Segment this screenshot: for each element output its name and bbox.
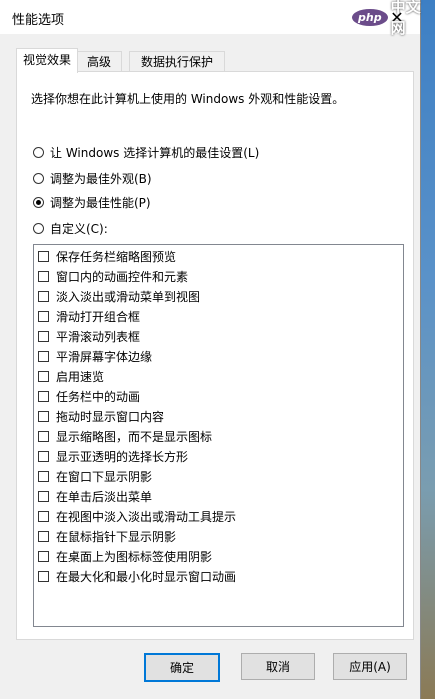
radio-label: 自定义(C): [50, 222, 108, 236]
list-item[interactable]: 拖动时显示窗口内容 [38, 407, 164, 426]
radio-button[interactable] [33, 223, 44, 234]
checkbox-label: 在窗口下显示阴影 [56, 470, 153, 484]
radio-let-windows-choose[interactable]: 让 Windows 选择计算机的最佳设置(L) [33, 144, 259, 161]
checkbox-label: 平滑屏幕字体边缘 [56, 350, 153, 364]
tab-data-execution-prevention[interactable]: 数据执行保护 [129, 51, 225, 72]
list-item[interactable]: 在窗口下显示阴影 [38, 467, 152, 486]
checkbox-label: 在鼠标指针下显示阴影 [56, 530, 177, 544]
checkbox[interactable] [38, 551, 49, 562]
watermark-text: 中文网 [390, 0, 421, 37]
checkbox[interactable] [38, 451, 49, 462]
php-logo-icon: php [352, 8, 388, 26]
list-item[interactable]: 滑动打开组合框 [38, 307, 140, 326]
cancel-button[interactable]: 取消 [241, 653, 315, 680]
radio-best-performance[interactable]: 调整为最佳性能(P) [33, 194, 151, 211]
tab-visual-effects[interactable]: 视觉效果 [16, 48, 78, 73]
checkbox[interactable] [38, 251, 49, 262]
checkbox-label: 保存任务栏缩略图预览 [56, 250, 177, 264]
checkbox[interactable] [38, 311, 49, 322]
list-item[interactable]: 淡入淡出或滑动菜单到视图 [38, 287, 200, 306]
checkbox-label: 拖动时显示窗口内容 [56, 410, 165, 424]
checkbox[interactable] [38, 491, 49, 502]
checkbox[interactable] [38, 351, 49, 362]
checkbox[interactable] [38, 371, 49, 382]
radio-button[interactable] [33, 173, 44, 184]
site-watermark: php 中文网 [352, 0, 435, 37]
checkbox-label: 平滑滚动列表框 [56, 330, 141, 344]
list-item[interactable]: 启用速览 [38, 367, 104, 386]
checkbox-label: 显示缩略图，而不是显示图标 [56, 430, 213, 444]
radio-button-selected[interactable] [33, 197, 44, 208]
radio-label: 调整为最佳性能(P) [50, 196, 151, 210]
list-item[interactable]: 在桌面上为图标标签使用阴影 [38, 547, 212, 566]
checkbox[interactable] [38, 511, 49, 522]
checkbox-label: 显示亚透明的选择长方形 [56, 450, 189, 464]
radio-button[interactable] [33, 147, 44, 158]
visual-effects-list[interactable]: 保存任务栏缩略图预览 窗口内的动画控件和元素 淡入淡出或滑动菜单到视图 滑动打开… [33, 244, 404, 627]
checkbox[interactable] [38, 531, 49, 542]
checkbox[interactable] [38, 271, 49, 282]
list-item[interactable]: 显示缩略图，而不是显示图标 [38, 427, 212, 446]
checkbox[interactable] [38, 471, 49, 482]
checkbox-label: 滑动打开组合框 [56, 310, 141, 324]
window-title: 性能选项 [12, 13, 65, 28]
list-item[interactable]: 保存任务栏缩略图预览 [38, 247, 176, 266]
list-item[interactable]: 在视图中淡入淡出或滑动工具提示 [38, 507, 236, 526]
ok-button[interactable]: 确定 [144, 653, 220, 682]
checkbox-label: 在最大化和最小化时显示窗口动画 [56, 570, 237, 584]
checkbox[interactable] [38, 291, 49, 302]
visual-effects-panel: 选择你想在此计算机上使用的 Windows 外观和性能设置。 让 Windows… [16, 71, 414, 640]
checkbox[interactable] [38, 331, 49, 342]
checkbox-label: 在视图中淡入淡出或滑动工具提示 [56, 510, 237, 524]
checkbox[interactable] [38, 411, 49, 422]
checkbox-label: 在单击后淡出菜单 [56, 490, 153, 504]
list-item[interactable]: 任务栏中的动画 [38, 387, 140, 406]
performance-options-dialog: 性能选项 ✕ 视觉效果 高级 数据执行保护 选择你想在此计算机上使用的 Wind… [0, 0, 421, 699]
checkbox-label: 窗口内的动画控件和元素 [56, 270, 189, 284]
tab-advanced[interactable]: 高级 [76, 51, 122, 72]
list-item[interactable]: 在最大化和最小化时显示窗口动画 [38, 567, 236, 586]
checkbox[interactable] [38, 431, 49, 442]
list-item[interactable]: 在单击后淡出菜单 [38, 487, 152, 506]
checkbox-label: 任务栏中的动画 [56, 390, 141, 404]
checkbox-label: 在桌面上为图标标签使用阴影 [56, 550, 213, 564]
radio-best-appearance[interactable]: 调整为最佳外观(B) [33, 170, 152, 187]
list-item[interactable]: 显示亚透明的选择长方形 [38, 447, 188, 466]
apply-button[interactable]: 应用(A) [333, 653, 407, 680]
description-text: 选择你想在此计算机上使用的 Windows 外观和性能设置。 [31, 92, 345, 106]
radio-custom[interactable]: 自定义(C): [33, 220, 108, 237]
checkbox-label: 启用速览 [56, 370, 105, 384]
checkbox-label: 淡入淡出或滑动菜单到视图 [56, 290, 201, 304]
list-item[interactable]: 窗口内的动画控件和元素 [38, 267, 188, 286]
list-item[interactable]: 平滑滚动列表框 [38, 327, 140, 346]
checkbox[interactable] [38, 391, 49, 402]
checkbox[interactable] [38, 571, 49, 582]
radio-label: 调整为最佳外观(B) [50, 172, 152, 186]
radio-label: 让 Windows 选择计算机的最佳设置(L) [50, 146, 260, 160]
list-item[interactable]: 在鼠标指针下显示阴影 [38, 527, 176, 546]
list-item[interactable]: 平滑屏幕字体边缘 [38, 347, 152, 366]
